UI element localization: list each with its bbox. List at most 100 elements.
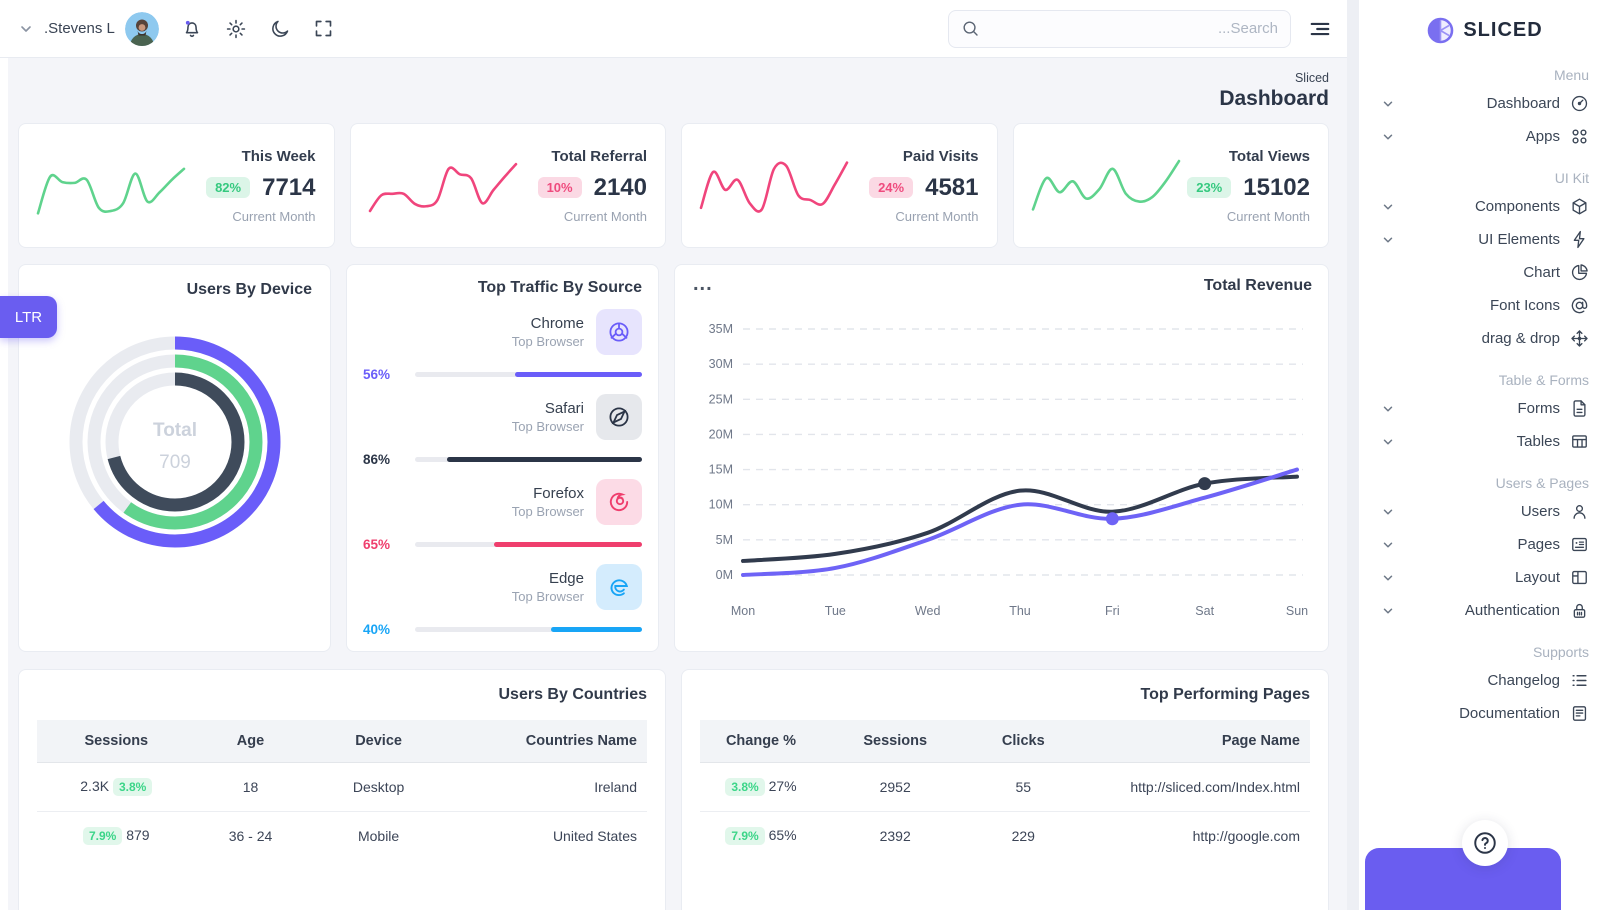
table-row: 2.3K 3.8% 18 Desktop Ireland — [37, 763, 647, 812]
radial-bar-chart: Total709 — [60, 327, 290, 557]
notifications-bell-icon[interactable] — [181, 18, 203, 40]
svg-text:Thu: Thu — [1009, 604, 1031, 618]
chevron-down-icon — [1381, 233, 1395, 247]
sidebar-item-forms[interactable]: Forms — [1381, 392, 1589, 425]
top-performing-pages-card: Top Performing Pages Change % Sessions C… — [681, 669, 1329, 910]
browser-sub: Top Browser — [512, 334, 584, 349]
help-button[interactable] — [1462, 820, 1508, 866]
page-link[interactable]: http://sliced.com/Index.html — [1078, 763, 1310, 812]
menu-toggle-icon[interactable] — [1309, 18, 1331, 40]
svg-text:Fri: Fri — [1105, 604, 1120, 618]
browser-name: Edge — [512, 570, 584, 587]
svg-text:5M: 5M — [716, 533, 733, 547]
sidebar-item-chart[interactable]: Chart — [1381, 256, 1589, 289]
lock-icon — [1570, 601, 1589, 620]
sidebar-item-changelog[interactable]: Changelog — [1381, 664, 1589, 697]
sidebar-item-ui-elements[interactable]: UI Elements — [1381, 223, 1589, 256]
card-menu-dots[interactable]: ... — [693, 273, 713, 296]
sidebar-item-users[interactable]: Users — [1381, 495, 1589, 528]
sessions-value: 879 — [126, 827, 149, 843]
sidebar-section-table-forms: Table & Forms — [1381, 372, 1589, 388]
column-header: Page Name — [1078, 720, 1310, 763]
sidebar-item-label: Tables — [1517, 433, 1560, 450]
sparkline-chart — [31, 140, 191, 232]
sidebar-item-drag-drop[interactable]: drag & drop — [1381, 322, 1589, 355]
sparkline-chart — [694, 140, 854, 232]
brand-logo[interactable]: SLICED — [1381, 0, 1589, 50]
sidebar-item-apps[interactable]: Apps — [1381, 120, 1589, 153]
stats-row: This Week 82% 7714 Current Month Total R… — [18, 123, 1329, 248]
sidebar-item-layout[interactable]: Layout — [1381, 561, 1589, 594]
svg-text:30M: 30M — [709, 357, 733, 371]
stat-title: Total Views — [1187, 148, 1310, 165]
chevron-down-icon — [1381, 538, 1395, 552]
stat-badge: 10% — [538, 177, 582, 198]
sidebar-section-ui-kit: UI Kit — [1381, 170, 1589, 186]
sidebar-item-label: Documentation — [1459, 705, 1560, 722]
layout-icon — [1570, 568, 1589, 587]
change-value: 65% — [769, 827, 797, 843]
question-mark-icon — [1472, 830, 1498, 856]
svg-text:20M: 20M — [709, 427, 733, 441]
sidebar-item-tables[interactable]: Tables — [1381, 425, 1589, 458]
app-root: .Stevens L — [0, 0, 1611, 910]
chevron-down-icon — [1381, 604, 1395, 618]
settings-gear-icon[interactable] — [225, 18, 247, 40]
sidebar-item-font-icons[interactable]: Font Icons — [1381, 289, 1589, 322]
country-value: Ireland — [452, 763, 647, 812]
change-value: 27% — [769, 778, 797, 794]
fullscreen-icon[interactable] — [313, 18, 334, 39]
bottom-row: Users By Countries Sessions Age Device C… — [18, 669, 1329, 910]
age-value: 36 - 24 — [196, 812, 306, 861]
browser-name: Chrome — [512, 315, 584, 332]
sidebar-item-dashboard[interactable]: Dashboard — [1381, 87, 1589, 120]
sidebar-item-label: Layout — [1515, 569, 1560, 586]
svg-text:15M: 15M — [709, 463, 733, 477]
svg-text:Sun: Sun — [1286, 604, 1308, 618]
browser-sub: Top Browser — [512, 504, 584, 519]
sidebar-item-authentication[interactable]: Authentication — [1381, 594, 1589, 627]
sidebar-item-components[interactable]: Components — [1381, 190, 1589, 223]
device-value: Desktop — [305, 763, 451, 812]
pages-table: Change % Sessions Clicks Page Name 3.8% … — [700, 720, 1310, 860]
sidebar-item-label: Forms — [1518, 400, 1561, 417]
sidebar-item-label: Dashboard — [1487, 95, 1560, 112]
svg-text:35M: 35M — [709, 322, 733, 336]
total-revenue-card: ... Total Revenue 35M30M25M20M15M10M5M0M… — [674, 264, 1329, 652]
user-name: .Stevens L — [44, 20, 115, 37]
sidebar-item-label: Chart — [1523, 264, 1560, 281]
svg-text:Tue: Tue — [825, 604, 846, 618]
chevron-down-icon — [1381, 402, 1395, 416]
list-icon — [1570, 671, 1589, 690]
ltr-toggle-button[interactable]: LTR — [0, 296, 57, 338]
progress-bar — [415, 457, 642, 462]
stat-badge: 24% — [869, 177, 913, 198]
growth-badge: 7.9% — [83, 827, 122, 845]
sidebar-section-users-pages: Users & Pages — [1381, 475, 1589, 491]
page-link[interactable]: http://google.com — [1078, 812, 1310, 861]
dark-mode-moon-icon[interactable] — [269, 18, 291, 40]
traffic-row-safari: Safari Top Browser 86% — [363, 394, 642, 467]
stat-title: This Week — [206, 148, 315, 165]
traffic-row-forefox: Forefox Top Browser 65% — [363, 479, 642, 552]
browser-sub: Top Browser — [512, 589, 584, 604]
search-input[interactable] — [980, 20, 1278, 37]
sidebar-cta-button[interactable] — [1365, 848, 1561, 910]
sidebar-item-label: Components — [1475, 198, 1560, 215]
sidebar-item-documentation[interactable]: Documentation — [1381, 697, 1589, 730]
topbar-icons — [181, 18, 334, 40]
chevron-down-icon — [1381, 97, 1395, 111]
page-header: Sliced Dashboard — [18, 58, 1329, 123]
svg-text:25M: 25M — [709, 392, 733, 406]
avatar[interactable] — [125, 12, 159, 46]
sliced-logo-icon — [1427, 17, 1454, 44]
stat-badge: 23% — [1187, 177, 1231, 198]
user-menu[interactable]: .Stevens L — [18, 12, 159, 46]
progress-bar — [415, 627, 642, 632]
sidebar-item-pages[interactable]: Pages — [1381, 528, 1589, 561]
card-title: Users By Countries — [19, 686, 665, 704]
stat-value: 7714 — [262, 174, 315, 202]
sidebar-item-label: Users — [1521, 503, 1560, 520]
stat-value: 2140 — [594, 174, 647, 202]
dashboard-icon — [1570, 94, 1589, 113]
